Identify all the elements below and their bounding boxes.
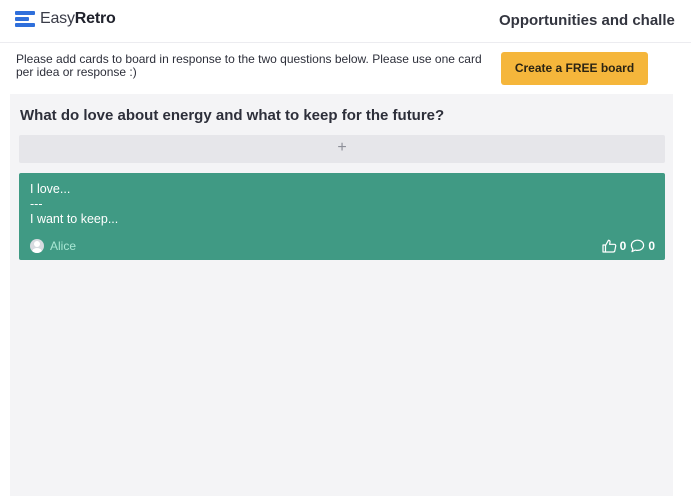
column-title: What do love about energy and what to ke… [20, 107, 445, 124]
logo-easy: Easy [40, 10, 75, 27]
board-title: Opportunities and challe [499, 12, 675, 29]
board-notice: Please add cards to board in response to… [16, 52, 482, 79]
card-author: Alice [30, 239, 76, 253]
user-avatar-icon [30, 239, 44, 253]
easyretro-logo-icon [15, 9, 35, 29]
retro-card[interactable]: I love... --- I want to keep... Alice 0 … [19, 173, 665, 260]
comment-count: 0 [648, 239, 655, 253]
like-count: 0 [619, 239, 627, 253]
comment-button[interactable]: 0 [630, 239, 655, 253]
board-column: What do love about energy and what to ke… [10, 94, 673, 496]
logo[interactable]: EasyRetro [15, 9, 116, 29]
thumbs-up-icon [602, 239, 616, 253]
logo-retro: Retro [74, 10, 116, 27]
comment-bubble-icon [631, 239, 645, 253]
logo-text: EasyRetro [40, 9, 116, 29]
card-text: I love... --- I want to keep... [30, 182, 119, 226]
card-author-name: Alice [50, 239, 77, 253]
add-card-button[interactable]: + [19, 135, 665, 163]
card-actions: 0 0 [598, 239, 655, 253]
create-free-board-button[interactable]: Create a FREE board [501, 52, 648, 85]
like-button[interactable]: 0 [602, 239, 627, 253]
top-bar: EasyRetro Opportunities and challe [0, 0, 691, 43]
